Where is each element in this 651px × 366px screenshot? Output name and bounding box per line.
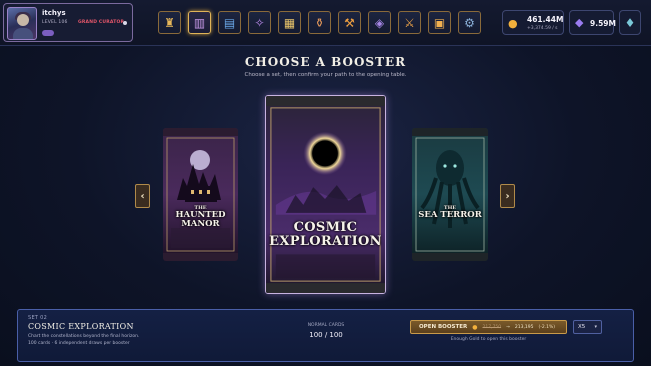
sea-terror-artwork bbox=[412, 128, 488, 261]
pack-title: THE HAUNTED MANOR bbox=[175, 205, 226, 230]
set-name: COSMIC EXPLORATION bbox=[28, 322, 134, 331]
booster-pack-icon: ▥ bbox=[193, 15, 206, 30]
nav-button-compass[interactable]: ✧ bbox=[248, 11, 271, 34]
gear-icon: ⚙ bbox=[464, 15, 475, 30]
level-badge bbox=[42, 30, 54, 36]
main-nav: ♜ ▥ ▤ ✧ ▦ ⚱ ⚒ ◈ ⚔ ▣ ⚙ bbox=[158, 11, 481, 34]
chest-icon: ▣ bbox=[433, 15, 446, 30]
avatar[interactable] bbox=[7, 7, 37, 40]
nav-button-gear[interactable]: ⚙ bbox=[458, 11, 481, 34]
booster-pack-cosmic-exploration[interactable]: COSMIC EXPLORATION bbox=[265, 95, 386, 294]
compass-icon: ✧ bbox=[254, 15, 265, 30]
pack-title: COSMIC EXPLORATION bbox=[269, 220, 382, 249]
player-level: LEVEL 106 bbox=[42, 20, 68, 25]
set-details-panel: SET 02 COSMIC EXPLORATION Chart the cons… bbox=[17, 309, 634, 362]
nav-button-sword[interactable]: ⚔ bbox=[398, 11, 421, 34]
booster-pack-sea-terror[interactable]: THE SEA TERROR bbox=[412, 128, 488, 261]
normal-cards-count: 100 / 100 bbox=[309, 331, 343, 339]
chevron-right-icon: › bbox=[505, 190, 510, 202]
username: itchys bbox=[42, 9, 66, 17]
set-description: Chart the constellations beyond the fina… bbox=[28, 334, 140, 347]
gold-availability-note: Enough Gold to open this booster bbox=[450, 337, 527, 342]
player-rank: GRAND CURATOR bbox=[78, 20, 125, 25]
top-bar: itchys LEVEL 106 GRAND CURATOR ♜ ▥ ▤ ✧ ▦ ⚱ ⚒ ◈ ⚔… bbox=[0, 0, 651, 46]
castle-icon: ♜ bbox=[164, 15, 175, 30]
nav-button-scroll[interactable]: ▦ bbox=[278, 11, 301, 34]
nav-button-castle[interactable]: ♜ bbox=[158, 11, 181, 34]
pack-title: THE SEA TERROR bbox=[418, 205, 482, 221]
chevron-down-icon: ▾ bbox=[594, 324, 597, 330]
gold-counter[interactable]: ● 461.44M +3,374.59 / s bbox=[502, 10, 564, 35]
gold-coin-icon: ● bbox=[472, 323, 478, 331]
haunted-manor-artwork bbox=[163, 128, 238, 261]
nav-button-bottle[interactable]: ⚱ bbox=[308, 11, 331, 34]
hammer-icon: ⚒ bbox=[344, 15, 355, 30]
open-booster-button[interactable]: OPEN BOOSTER ● 217,750 → 213,195 (-2.1%) bbox=[410, 320, 567, 334]
open-booster-label: OPEN BOOSTER bbox=[419, 324, 468, 330]
sword-icon: ⚔ bbox=[404, 15, 415, 30]
page-subtitle: Choose a set, then confirm your path to … bbox=[244, 72, 407, 78]
nav-button-chest[interactable]: ▣ bbox=[428, 11, 451, 34]
nav-button-booster-pack[interactable]: ▥ bbox=[188, 11, 211, 34]
scroll-icon: ▦ bbox=[283, 15, 296, 30]
chevron-left-icon: ‹ bbox=[140, 190, 145, 202]
page-title: CHOOSE A BOOSTER bbox=[244, 55, 407, 69]
crystal-shop-button[interactable]: ♦ bbox=[619, 10, 641, 35]
nav-button-hammer[interactable]: ⚒ bbox=[338, 11, 361, 34]
set-number: SET 02 bbox=[28, 315, 48, 321]
discount-percent: (-2.1%) bbox=[538, 324, 556, 330]
gem-icon: ◆ bbox=[575, 16, 584, 29]
nav-button-map[interactable]: ▤ bbox=[218, 11, 241, 34]
next-set-button[interactable]: › bbox=[500, 184, 515, 208]
gold-coins-icon: ● bbox=[508, 17, 518, 30]
map-icon: ▤ bbox=[223, 15, 236, 30]
quantity-select[interactable]: X5 ▾ bbox=[573, 320, 602, 334]
gold-rate: +3,374.59 / s bbox=[527, 26, 558, 31]
bottle-icon: ⚱ bbox=[314, 15, 325, 30]
discounted-price: 213,195 bbox=[514, 324, 534, 330]
booster-pack-haunted-manor[interactable]: THE HAUNTED MANOR bbox=[163, 128, 238, 261]
profile-card[interactable]: itchys LEVEL 106 GRAND CURATOR bbox=[3, 3, 133, 42]
gem-counter[interactable]: ◆ 9.59M bbox=[569, 10, 616, 35]
cosmic-exploration-artwork bbox=[266, 96, 385, 293]
price-arrow: → bbox=[506, 324, 510, 330]
gold-amount: 461.44M bbox=[527, 15, 564, 24]
previous-set-button[interactable]: ‹ bbox=[135, 184, 150, 208]
quantity-value: X5 bbox=[578, 324, 586, 330]
original-price: 217,750 bbox=[482, 324, 502, 330]
crystal-icon: ♦ bbox=[624, 15, 636, 30]
status-dot-icon bbox=[123, 21, 127, 25]
rune-icon: ◈ bbox=[374, 15, 385, 30]
normal-cards-label: NORMAL CARDS bbox=[307, 323, 345, 328]
nav-button-rune[interactable]: ◈ bbox=[368, 11, 391, 34]
gem-amount: 9.59M bbox=[590, 19, 616, 28]
